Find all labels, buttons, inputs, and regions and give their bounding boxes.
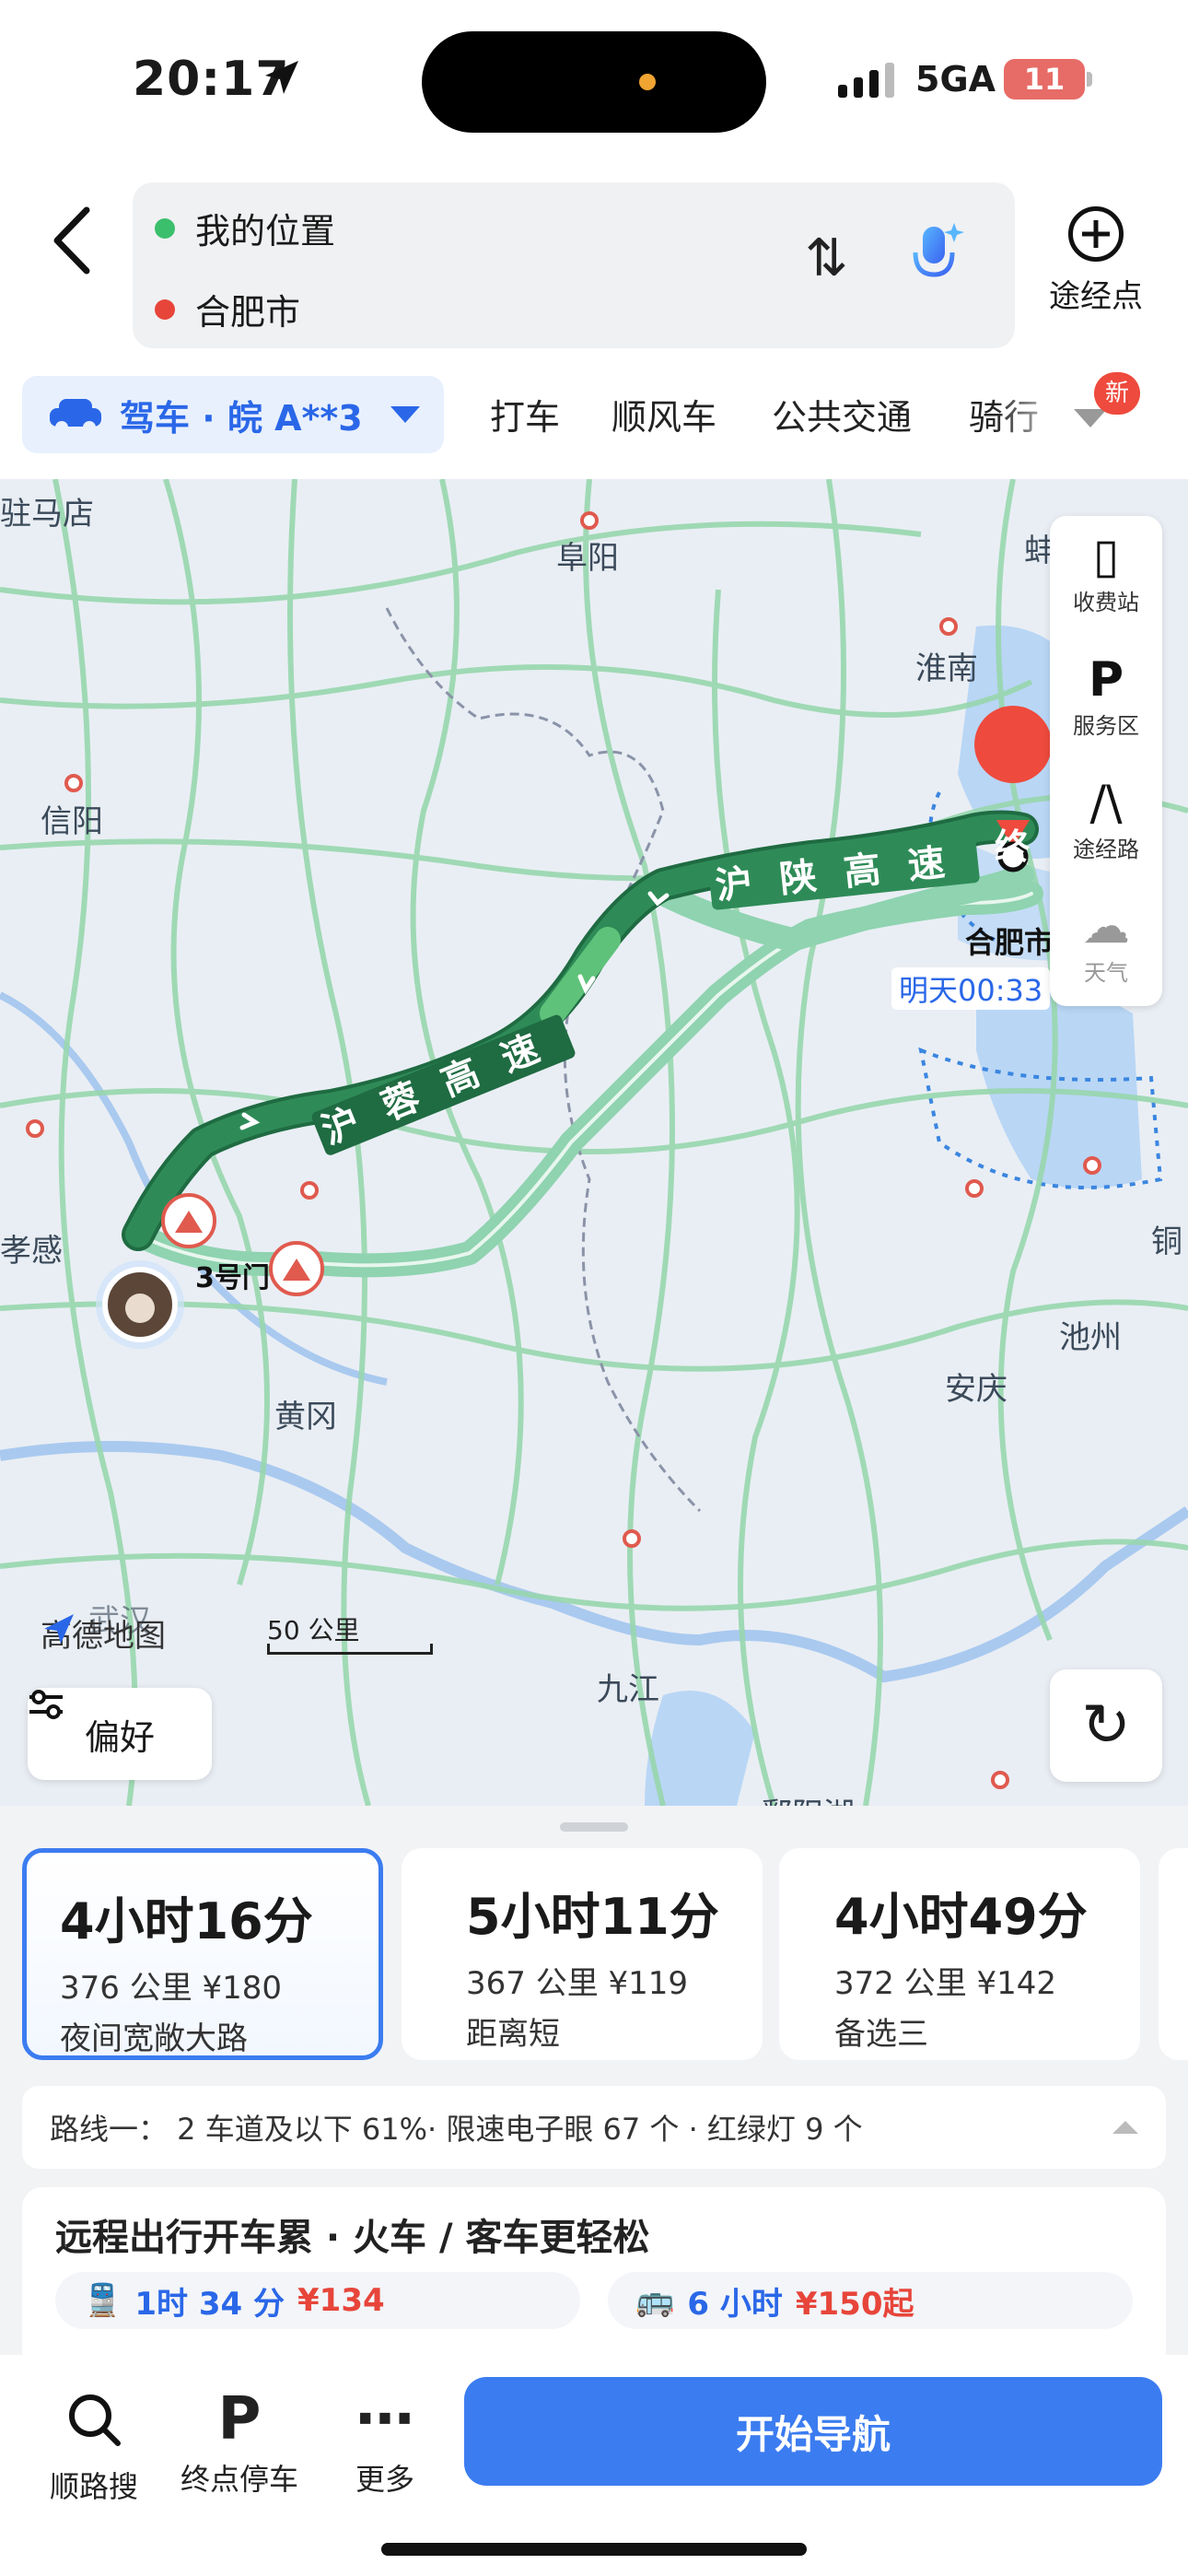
add-waypoint-button[interactable]: 途经点 [1041,206,1151,316]
route-option-peek[interactable] [1159,1848,1188,2060]
route-header: 我的位置 合肥市 ⇅ 途经点 驾车 · 皖 A**3 打车 顺风车 公共交通 骑… [0,166,1188,479]
eta-tag: 明天00:33 [891,967,1051,1010]
network-type: 5GA [915,59,996,100]
train-option[interactable]: 🚆 1时 34 分 ¥134 [55,2272,580,2329]
signal-icon [838,61,894,98]
weather-button[interactable]: ☁ 天气 [1050,899,1162,987]
end-city-label: 合肥市 [965,925,1054,960]
destination-field[interactable]: 合肥市 [155,284,300,334]
status-bar: 20:17 5GA 11 [0,0,1188,166]
bus-icon: 🚌 [635,2282,675,2319]
tab-carpool[interactable]: 顺风车 [611,389,716,439]
route-input-box: 我的位置 合肥市 ⇅ [133,182,1015,348]
map-scale-label: 50 公里 [267,1615,360,1645]
map-label-huainan: 淮南 [915,650,978,687]
map-label-anqing: 安庆 [945,1371,1007,1408]
route-option-1[interactable]: 4小时16分 376 公里 ¥180 夜间宽敞大路 [22,1848,383,2060]
chevron-up-icon [1112,2121,1138,2134]
map-view[interactable]: 驻马店 阜阳 淮南 蚌 信阳 孝感 黄冈 安庆 池州 铜 九江 鄱阳湖 武汉 景… [0,479,1188,1806]
route-detail-bar[interactable]: 路线一： 2 车道及以下 61%· 限速电子眼 67 个 · 红绿灯 9 个 [22,2086,1166,2169]
refresh-icon: ↻ [1081,1692,1131,1760]
voice-assistant-icon[interactable] [906,219,965,293]
destination-parking-button[interactable]: P 终点停车 [173,2383,306,2499]
map-canvas [0,479,1188,1806]
alternative-transport-card: 远程出行开车累 · 火车 / 客车更轻松 🚆 1时 34 分 ¥134 🚌 6 … [22,2187,1166,2371]
service-area-icon: P [1088,652,1124,708]
refresh-button[interactable]: ↻ [1050,1669,1162,1782]
map-side-panel: ▯ 收费站 P 服务区 /\ 途经路 ☁ 天气 [1050,516,1162,1006]
map-label-xiaogan: 孝感 [0,1233,63,1270]
map-logo: 高德地图 [41,1610,166,1656]
location-arrow-icon [265,61,298,94]
swap-vertical-icon[interactable]: ⇅ [805,228,848,288]
end-marker-label: 终 [995,826,1031,867]
map-label-xinyang: 信阳 [41,803,103,840]
service-area-button[interactable]: P 服务区 [1050,652,1162,740]
train-icon: 🚆 [83,2282,122,2319]
origin-dot-icon [155,217,175,239]
map-scale-bar [267,1644,433,1655]
start-navigation-button[interactable]: 开始导航 [464,2377,1162,2486]
plus-circle-icon [1068,206,1124,262]
toll-station-button[interactable]: ▯ 收费站 [1050,529,1162,616]
route-option-3[interactable]: 4小时49分 372 公里 ¥142 备选三 [779,1848,1140,2060]
cloud-icon: ☁ [1082,899,1130,954]
map-label-jingdezhen: 景德镇 [954,1797,1048,1806]
dynamic-island [422,31,766,133]
bottom-toolbar: 顺路搜 P 终点停车 ⋯ 更多 开始导航 [0,2355,1188,2576]
map-label-poyanghu: 鄱阳湖 [761,1789,855,1806]
sliders-icon [29,1690,63,1719]
search-along-route-button[interactable]: 顺路搜 [48,2383,140,2506]
destination-dot-icon [155,299,175,320]
home-indicator [381,2543,807,2556]
tab-drive[interactable]: 驾车 · 皖 A**3 [22,376,444,453]
back-arrow-icon[interactable] [41,199,105,282]
start-gate-label: 3号门 [195,1262,270,1294]
map-label-huanggang: 黄冈 [274,1399,337,1435]
amap-logo-icon [44,1614,74,1644]
map-label-chizhou: 池州 [1059,1319,1122,1356]
more-modes-dropdown-icon[interactable] [1074,409,1107,427]
map-label-zhumadian: 驻马店 [0,496,94,533]
map-label-jiujiang: 九江 [597,1671,659,1708]
origin-field[interactable]: 我的位置 [155,203,335,253]
battery-icon: 11 [1004,59,1085,100]
road-icon: /\ [1089,776,1123,831]
route-sheet: 4小时16分 376 公里 ¥180 夜间宽敞大路 5小时11分 367 公里 … [0,1806,1188,2371]
more-button[interactable]: ⋯ 更多 [339,2383,431,2499]
car-icon [50,399,101,434]
route-roads-button[interactable]: /\ 途经路 [1050,776,1162,863]
parking-icon: P [217,2385,262,2453]
search-icon [69,2395,121,2446]
route-option-2[interactable]: 5小时11分 367 公里 ¥119 距离短 [402,1848,763,2060]
travel-mode-tabs: 驾车 · 皖 A**3 打车 顺风车 公共交通 骑行 新 [0,372,1188,468]
chevron-down-icon [390,406,420,423]
new-badge: 新 [1094,372,1140,415]
bus-option[interactable]: 🚌 6 小时 ¥150起 [608,2272,1133,2329]
more-dots-icon: ⋯ [355,2385,414,2453]
tab-taxi[interactable]: 打车 [490,389,560,439]
map-label-tongling: 铜 [1151,1224,1182,1260]
tab-public-transit[interactable]: 公共交通 [772,389,912,439]
preference-button[interactable]: 偏好 [28,1688,212,1780]
sheet-handle[interactable] [560,1822,628,1832]
toll-station-icon: ▯ [1092,529,1120,584]
map-label-fuyang: 阜阳 [556,540,619,577]
